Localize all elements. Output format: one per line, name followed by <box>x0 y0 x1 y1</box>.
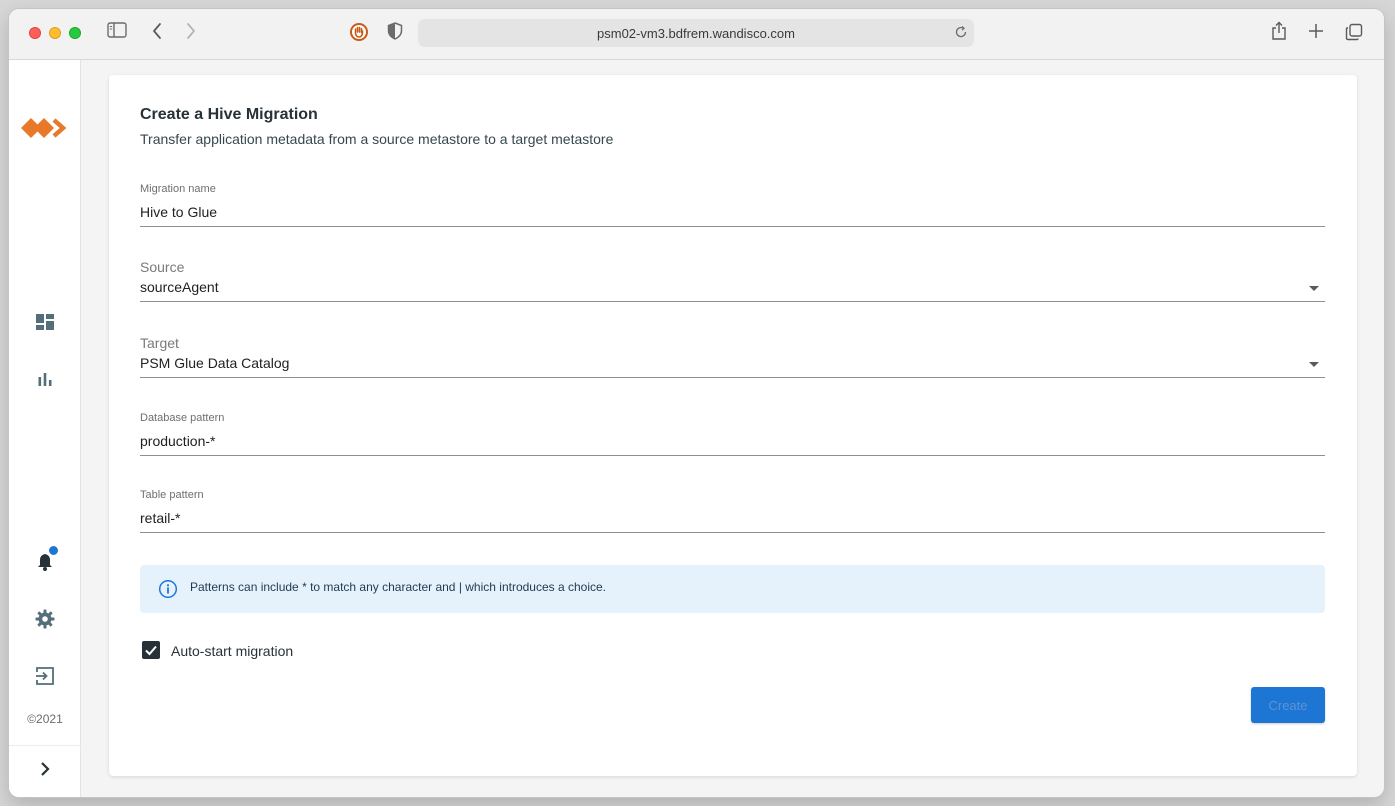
info-icon <box>158 579 178 604</box>
create-button[interactable]: Create <box>1251 687 1325 723</box>
migration-name-field[interactable]: Migration name Hive to Glue <box>140 183 1325 227</box>
close-window-button[interactable] <box>29 27 41 39</box>
create-migration-card: Create a Hive Migration Transfer applica… <box>109 75 1357 776</box>
sign-out-icon[interactable] <box>9 666 81 686</box>
checkmark-icon <box>145 645 157 656</box>
source-label: Source <box>140 259 185 275</box>
zoom-window-button[interactable] <box>69 27 81 39</box>
auto-start-label[interactable]: Auto-start migration <box>171 643 293 659</box>
target-value[interactable]: PSM Glue Data Catalog <box>140 355 289 371</box>
back-icon[interactable] <box>151 22 163 40</box>
app-sidebar: ©2021 <box>9 60 81 797</box>
expand-sidebar-button[interactable] <box>9 745 81 797</box>
extension-hand-icon[interactable] <box>349 22 369 42</box>
new-tab-icon[interactable] <box>1308 23 1324 39</box>
table-pattern-field[interactable]: Table pattern retail-* <box>140 489 1325 533</box>
page-subtitle: Transfer application metadata from a sou… <box>140 131 614 147</box>
chevron-right-icon <box>39 761 51 782</box>
table-pattern-value[interactable]: retail-* <box>140 510 180 526</box>
sidebar-toggle-icon[interactable] <box>107 22 127 38</box>
privacy-shield-icon[interactable] <box>387 22 403 40</box>
source-dropdown-caret-icon[interactable] <box>1309 286 1319 291</box>
notifications-bell-icon[interactable] <box>9 544 81 572</box>
share-icon[interactable] <box>1271 21 1287 41</box>
pattern-info-banner: Patterns can include * to match any char… <box>140 565 1325 613</box>
source-value[interactable]: sourceAgent <box>140 279 219 295</box>
bar-chart-icon[interactable] <box>9 371 81 387</box>
database-pattern-field[interactable]: Database pattern production-* <box>140 412 1325 456</box>
browser-window: psm02-vm3.bdfrem.wandisco.com ©2021 Crea… <box>9 9 1384 797</box>
copyright-text: ©2021 <box>27 712 63 726</box>
notification-badge <box>47 544 60 557</box>
url-text: psm02-vm3.bdfrem.wandisco.com <box>597 26 795 41</box>
tab-overview-icon[interactable] <box>1345 23 1363 41</box>
minimize-window-button[interactable] <box>49 27 61 39</box>
database-pattern-value[interactable]: production-* <box>140 433 216 449</box>
forward-icon[interactable] <box>185 22 197 40</box>
target-label: Target <box>140 335 179 351</box>
target-select[interactable]: Target PSM Glue Data Catalog <box>140 335 1325 378</box>
pattern-info-text: Patterns can include * to match any char… <box>190 580 607 594</box>
address-bar[interactable]: psm02-vm3.bdfrem.wandisco.com <box>418 19 974 47</box>
reload-icon[interactable] <box>954 25 968 44</box>
gear-icon[interactable] <box>9 609 81 629</box>
logo-icon[interactable] <box>9 115 81 141</box>
database-pattern-label: Database pattern <box>140 412 225 424</box>
page-title: Create a Hive Migration <box>140 106 318 123</box>
target-dropdown-caret-icon[interactable] <box>1309 362 1319 367</box>
migration-name-value[interactable]: Hive to Glue <box>140 204 217 220</box>
browser-toolbar: psm02-vm3.bdfrem.wandisco.com <box>9 9 1384 60</box>
dashboard-icon[interactable] <box>9 313 81 331</box>
table-pattern-label: Table pattern <box>140 489 204 501</box>
migration-name-label: Migration name <box>140 183 216 195</box>
auto-start-checkbox[interactable] <box>142 641 160 659</box>
source-select[interactable]: Source sourceAgent <box>140 259 1325 302</box>
